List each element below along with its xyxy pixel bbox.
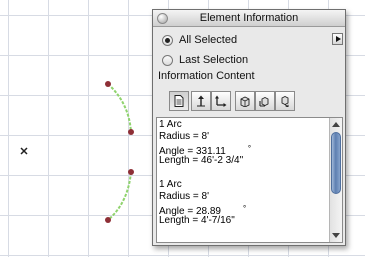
- entry-2-type: 1 Arc: [159, 179, 182, 190]
- scrollbar-thumb[interactable]: [331, 132, 341, 194]
- cube-up-icon: [240, 96, 250, 107]
- scroll-up-icon[interactable]: [332, 122, 340, 127]
- cube-up-button[interactable]: [235, 91, 255, 111]
- entry-1-angle-row: Angle = 331.11 °: [159, 143, 331, 157]
- all-selected-radio[interactable]: [162, 34, 173, 46]
- arrow-up-button[interactable]: [191, 91, 211, 111]
- corner-arrows-icon: [215, 95, 227, 107]
- palette-title: Element Information: [199, 12, 299, 24]
- arc-lower[interactable]: [107, 171, 132, 221]
- last-selection-option[interactable]: Last Selection: [162, 53, 248, 67]
- cube-corner-icon: [259, 96, 269, 107]
- document-icon: [174, 95, 184, 107]
- document-button[interactable]: [169, 91, 189, 111]
- palette-titlebar[interactable]: Element Information: [153, 10, 345, 27]
- entry-2-angle-row: Angle = 28.89 °: [159, 203, 331, 217]
- options-menu-button[interactable]: [332, 33, 343, 45]
- entry-1-radius: Radius = 8': [159, 131, 209, 142]
- arc-node[interactable]: [128, 129, 134, 135]
- cube-corner-button[interactable]: [255, 91, 275, 111]
- last-selection-label: Last Selection: [179, 54, 249, 66]
- arc-node[interactable]: [128, 169, 134, 175]
- entry-2-degree: °: [243, 204, 247, 213]
- information-text-area[interactable]: 1 Arc Radius = 8' Angle = 331.11 ° Length…: [156, 117, 343, 243]
- entry-1-degree: °: [247, 144, 252, 153]
- information-content-label: Information Content: [158, 70, 255, 82]
- origin-cross-icon: [20, 147, 28, 155]
- all-selected-label: All Selected: [179, 34, 238, 46]
- entry-2-length: Length = 4'-7/16": [159, 215, 235, 226]
- arc-node[interactable]: [105, 81, 111, 87]
- info-scrollbar[interactable]: [329, 118, 342, 242]
- entry-2-radius: Radius = 8': [159, 191, 209, 202]
- entry-1-length: Length = 46'-2 3/4": [159, 155, 244, 166]
- arrow-up-icon: [197, 95, 205, 107]
- arc-upper[interactable]: [107, 83, 132, 133]
- information-content: 1 Arc Radius = 8' Angle = 331.11 ° Length…: [159, 119, 331, 227]
- cube-rotate-icon: [281, 95, 289, 107]
- corner-arrows-button[interactable]: [211, 91, 231, 111]
- element-information-palette: Element Information All Selected Last Se…: [152, 9, 346, 246]
- arc-node[interactable]: [105, 217, 111, 223]
- entry-1-type: 1 Arc: [159, 119, 182, 130]
- scroll-down-icon[interactable]: [332, 233, 340, 238]
- cube-rotate-button[interactable]: [275, 91, 295, 111]
- all-selected-option[interactable]: All Selected: [162, 33, 237, 47]
- last-selection-radio[interactable]: [162, 54, 173, 66]
